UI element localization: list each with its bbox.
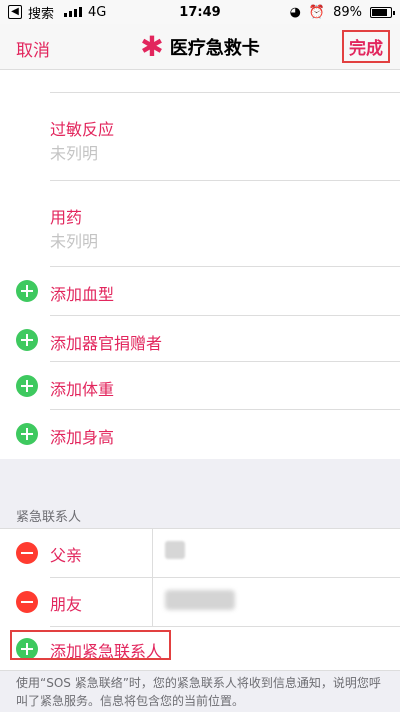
page-title: ✱ 医疗急救卡 [0, 30, 400, 63]
remove-icon[interactable] [16, 542, 38, 564]
medical-asterisk-icon: ✱ [140, 30, 164, 63]
divider [50, 92, 400, 93]
medications-label: 用药 [50, 208, 83, 227]
contact-name-redacted[interactable] [165, 590, 235, 610]
contact-row[interactable]: 父亲 [0, 529, 400, 577]
divider [50, 361, 400, 362]
divider [50, 266, 400, 267]
add-blood-type-label[interactable]: 添加血型 [50, 281, 114, 305]
add-icon[interactable] [16, 375, 38, 397]
add-icon[interactable] [16, 280, 38, 302]
divider [50, 315, 400, 316]
emergency-contacts-header: 紧急联系人 [16, 510, 82, 525]
remove-icon[interactable] [16, 591, 38, 613]
add-weight-row[interactable]: 添加体重 [0, 363, 400, 409]
clock: 17:49 [179, 4, 221, 20]
done-button[interactable]: 完成 [342, 30, 390, 63]
status-bar: ◀ 搜索 4G 17:49 ◕ ⏰ 89% [0, 0, 400, 24]
allergies-value[interactable]: 未列明 [50, 140, 98, 164]
emergency-contact-footnote: 使用“SOS 紧急联络”时，您的紧急联系人将收到信息通知，说明您呼叫了紧急服务。… [16, 676, 381, 708]
page-title-text: 医疗急救卡 [169, 38, 260, 59]
add-height-row[interactable]: 添加身高 [0, 411, 400, 457]
add-blood-type-row[interactable]: 添加血型 [0, 268, 400, 314]
add-icon[interactable] [16, 423, 38, 445]
divider [50, 180, 400, 181]
contact-row[interactable]: 朋友 [0, 578, 400, 626]
add-organ-donor-label[interactable]: 添加器官捐赠者 [50, 330, 162, 354]
add-height-label[interactable]: 添加身高 [50, 424, 114, 448]
allergies-label: 过敏反应 [50, 120, 115, 139]
add-organ-donor-row[interactable]: 添加器官捐赠者 [0, 317, 400, 363]
add-weight-label[interactable]: 添加体重 [50, 376, 114, 400]
contact-name-redacted[interactable] [165, 541, 185, 559]
divider [50, 409, 400, 410]
navigation-bar: 取消 ✱ 医疗急救卡 完成 [0, 24, 400, 70]
contact-relation: 父亲 [50, 546, 83, 565]
contact-relation: 朋友 [50, 595, 83, 614]
add-icon[interactable] [16, 329, 38, 351]
medications-value[interactable]: 未列明 [50, 228, 98, 252]
highlight-box [10, 630, 171, 660]
battery-icon [370, 6, 395, 18]
